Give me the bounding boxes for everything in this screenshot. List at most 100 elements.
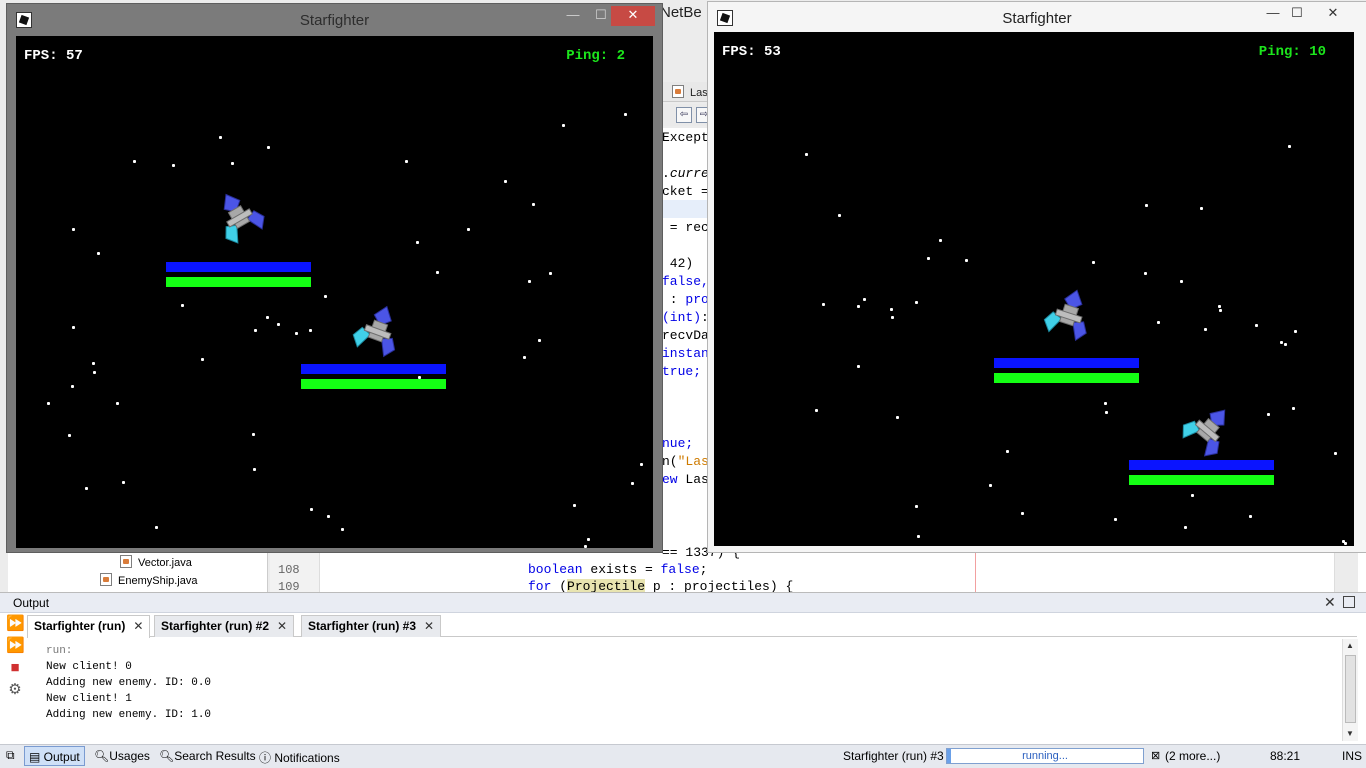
minimize-icon[interactable]: — — [1260, 4, 1286, 24]
java-file-icon — [100, 573, 112, 586]
star — [1255, 324, 1258, 327]
search-icon: 🔍︎ — [159, 749, 175, 763]
search-results-button[interactable]: 🔍︎Search Results — [155, 746, 260, 766]
rerun-icon[interactable]: ⏩ — [6, 615, 25, 633]
star — [1114, 518, 1117, 521]
star — [815, 409, 818, 412]
close-icon[interactable]: ✕ — [133, 619, 143, 633]
settings-icon[interactable]: ⚙ — [6, 681, 24, 699]
caret-position: 88:21 — [1270, 749, 1301, 763]
shield-bar — [1129, 460, 1274, 470]
star — [1184, 526, 1187, 529]
star — [805, 153, 808, 156]
more-processes-link[interactable]: (2 more...) — [1165, 749, 1220, 763]
console-output[interactable]: run: New client! 0 Adding new enemy. ID: 0… — [46, 643, 211, 723]
code-fragment: recvDa — [662, 328, 709, 343]
star — [97, 252, 100, 255]
code-fragment: Except — [662, 130, 709, 145]
output-panel: Output ✕ ⏩ ⏩ ■ ⚙ Starfighter (run) ✕ Star… — [0, 592, 1366, 744]
output-window-button[interactable]: ▤ Output — [24, 746, 85, 766]
stop-icon[interactable]: ■ — [6, 659, 24, 677]
shield-bar — [994, 358, 1139, 368]
scroll-down-icon[interactable]: ▼ — [1346, 729, 1354, 738]
back-icon[interactable]: ⇦ — [676, 107, 692, 123]
tree-item-enemyship[interactable]: EnemyShip.java — [100, 573, 198, 587]
close-icon[interactable]: ✕ — [1320, 4, 1346, 24]
scrollbar-thumb[interactable] — [1345, 655, 1356, 723]
star — [532, 203, 535, 206]
scroll-up-icon[interactable]: ▲ — [1346, 641, 1354, 650]
code-fragment: cket = — [662, 184, 709, 199]
status-bar: ⧉ ▤ Output 🔍︎Usages 🔍︎Search Results ⓘ N… — [0, 744, 1366, 768]
maximize-icon[interactable]: ☐ — [1284, 4, 1310, 24]
game-canvas[interactable]: FPS: 57 Ping: 2 — [16, 36, 653, 548]
game-canvas[interactable]: FPS: 53 Ping: 10 — [714, 32, 1354, 546]
running-process-label[interactable]: Starfighter (run) #3 — [843, 749, 944, 763]
star — [405, 160, 408, 163]
star — [85, 487, 88, 490]
star — [549, 272, 552, 275]
search-icon: 🔍︎ — [94, 749, 110, 763]
close-icon[interactable]: ✕ — [424, 619, 434, 633]
game-window-2[interactable]: Starfighter — ☐ ✕ FPS: 53 Ping: 10 — [707, 1, 1366, 553]
tab-starfighter-run[interactable]: Starfighter (run) ✕ — [27, 615, 151, 638]
star — [1249, 515, 1252, 518]
star — [1006, 450, 1009, 453]
star — [523, 356, 526, 359]
star — [68, 434, 71, 437]
star — [863, 298, 866, 301]
star — [309, 329, 312, 332]
star — [989, 484, 992, 487]
health-bar — [301, 379, 446, 389]
star — [1144, 272, 1147, 275]
star — [277, 323, 280, 326]
star — [624, 113, 627, 116]
maximize-icon[interactable] — [1343, 596, 1355, 608]
tab-starfighter-run-2[interactable]: Starfighter (run) #2 ✕ — [154, 615, 295, 637]
tree-item-vector[interactable]: Vector.java — [120, 555, 192, 569]
star — [1284, 343, 1287, 346]
console-line: run: — [46, 645, 73, 657]
star — [587, 538, 590, 541]
star — [1105, 411, 1108, 414]
rerun-with-args-icon[interactable]: ⏩ — [6, 637, 25, 655]
star — [253, 468, 256, 471]
output-title: Output — [13, 596, 50, 610]
restore-window-icon[interactable]: ⧉ — [6, 748, 15, 763]
close-icon[interactable]: ✕ — [611, 6, 655, 26]
star — [71, 385, 74, 388]
star — [1104, 402, 1107, 405]
star — [538, 339, 541, 342]
game-window-1[interactable]: Starfighter — ☐ ✕ FPS: 57 Ping: 2 — [6, 3, 663, 553]
window-titlebar[interactable]: Starfighter — ☐ ✕ — [7, 4, 662, 35]
minimize-icon[interactable]: — — [560, 6, 586, 26]
star — [504, 180, 507, 183]
editor-tab[interactable]: Las — [672, 85, 708, 99]
usages-button[interactable]: 🔍︎Usages — [90, 746, 154, 766]
star — [1157, 321, 1160, 324]
close-icon[interactable]: ✕ — [1324, 594, 1336, 611]
close-icon[interactable]: ✕ — [277, 619, 287, 633]
star — [201, 358, 204, 361]
cancel-process-icon[interactable]: ⊠ — [1151, 749, 1160, 762]
code-line: for (Projectile p : projectiles) { — [528, 579, 794, 592]
star — [436, 271, 439, 274]
progress-bar[interactable]: running... — [946, 748, 1144, 764]
tab-starfighter-run-3[interactable]: Starfighter (run) #3 ✕ — [301, 615, 442, 637]
output-scrollbar[interactable]: ▲ ▼ — [1342, 639, 1358, 741]
star — [155, 526, 158, 529]
star — [838, 214, 841, 217]
star — [915, 505, 918, 508]
notifications-button[interactable]: ⓘ Notifications — [255, 746, 344, 766]
code-fragment: false, — [662, 274, 709, 289]
star — [584, 545, 587, 548]
star — [310, 508, 313, 511]
star — [1288, 145, 1291, 148]
window-titlebar[interactable]: Starfighter — ☐ ✕ — [708, 2, 1366, 33]
console-line: Adding new enemy. ID: 0.0 — [46, 677, 212, 689]
editor-toolbar: ⇦ ⇨ — [662, 104, 712, 126]
star — [927, 257, 930, 260]
star — [890, 308, 893, 311]
code-fragment: = rec — [662, 220, 709, 235]
ide-title-fragment: NetBe — [660, 4, 702, 21]
